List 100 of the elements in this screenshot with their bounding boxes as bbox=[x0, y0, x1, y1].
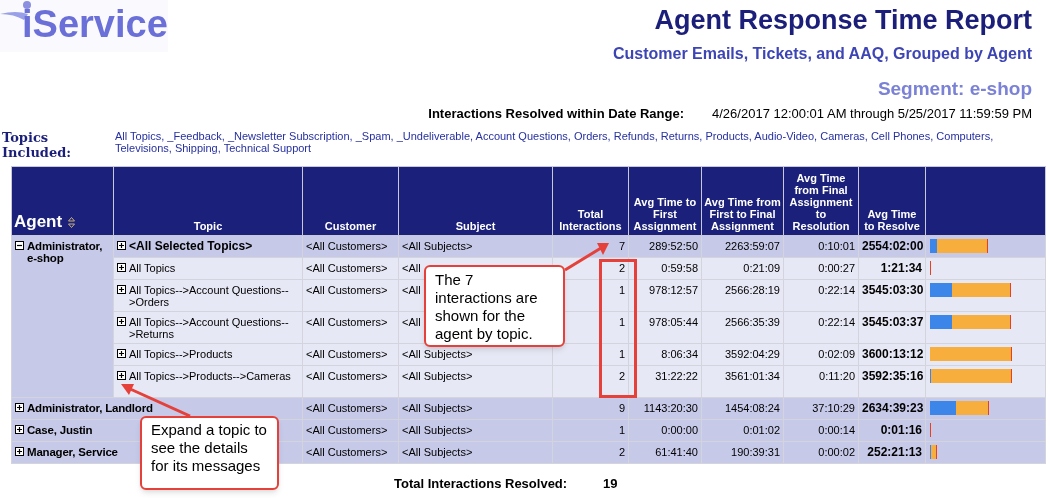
table-cell: 3545:03:37 bbox=[862, 315, 924, 329]
column-header: Avg Time from First to Final Assignment bbox=[704, 196, 781, 232]
agent-name: Administrator, Landlord bbox=[27, 402, 153, 414]
table-cell: <All bbox=[402, 316, 421, 328]
table-cell: 3600:13:12 bbox=[862, 347, 924, 361]
table-cell: 3545:03:30 bbox=[862, 283, 924, 297]
expand-icon[interactable] bbox=[117, 241, 126, 250]
table-cell: <All Subjects> bbox=[402, 348, 473, 360]
table-cell: 978:05:44 bbox=[649, 316, 698, 328]
table-cell: 2 bbox=[618, 446, 625, 458]
table-cell: <All Customers> bbox=[306, 402, 388, 414]
expand-icon[interactable] bbox=[117, 349, 126, 358]
table-cell: <All Customers> bbox=[306, 240, 388, 252]
topic-name: All Topics-->Products-->Cameras bbox=[129, 370, 291, 382]
table-cell: <All bbox=[402, 262, 421, 274]
topic-name: <All Selected Topics> bbox=[129, 240, 253, 252]
table-cell: 2263:59:07 bbox=[724, 240, 780, 252]
column-header: Avg Time to Resolve bbox=[864, 208, 920, 232]
total-value: 19 bbox=[603, 476, 618, 492]
table-cell: <All Subjects> bbox=[402, 370, 473, 382]
table-cell: 978:12:57 bbox=[649, 284, 698, 296]
agent-name: Manager, Service bbox=[27, 446, 118, 458]
table-cell: 1143:20:30 bbox=[643, 402, 698, 414]
table-cell: 61:41:40 bbox=[655, 446, 698, 458]
total-label: Total Interactions Resolved: bbox=[394, 476, 569, 492]
expand-icon[interactable] bbox=[15, 403, 24, 412]
table-cell: 0:22:14 bbox=[818, 284, 855, 296]
topics-included-list: All Topics, _Feedback, _Newsletter Subscription, _Spam, _Undeliverable, Account Questions, Orders, Refunds, Returns, Products, Audio-Video, Cameras, Cell Phones, Computers, Televisions, Shipping, Technical Support bbox=[115, 130, 1040, 166]
table-cell: 0:00:02 bbox=[818, 446, 855, 458]
table-cell: <All Customers> bbox=[306, 348, 388, 360]
table-cell: 2554:02:00 bbox=[862, 239, 924, 253]
expand-icon[interactable] bbox=[117, 263, 126, 272]
table-cell: 0:01:02 bbox=[743, 424, 780, 436]
table-cell: 1 bbox=[618, 424, 625, 436]
table-cell: 0:02:09 bbox=[818, 348, 855, 360]
column-header: Avg Time to First Assignment bbox=[633, 196, 697, 232]
table-cell: 37:10:29 bbox=[812, 402, 855, 414]
expand-icon[interactable] bbox=[117, 317, 126, 326]
date-range-label: Interactions Resolved within Date Range: bbox=[428, 105, 685, 123]
expand-icon[interactable] bbox=[117, 285, 126, 294]
logo: iService bbox=[0, 0, 168, 52]
table-cell: 2634:39:23 bbox=[862, 401, 924, 415]
topic-name: All Topics-->Account Questions-->Returns bbox=[129, 316, 290, 340]
topic-name: All Topics bbox=[129, 262, 176, 274]
table-cell: 1454:08:24 bbox=[724, 402, 780, 414]
table-cell: <All Customers> bbox=[306, 424, 388, 436]
topic-name: All Topics-->Account Questions-->Orders bbox=[129, 284, 290, 308]
table-cell: <All Subjects> bbox=[402, 402, 473, 414]
column-header: Total Interactions bbox=[559, 208, 622, 232]
table-cell: 0:21:09 bbox=[743, 262, 780, 274]
report-subtitle: Customer Emails, Tickets, and AAQ, Grouped by Agent bbox=[612, 44, 1032, 64]
segment-label: Segment: e-shop bbox=[877, 77, 1032, 101]
table-cell: 289:52:50 bbox=[649, 240, 698, 252]
table-cell: <All Subjects> bbox=[402, 240, 473, 252]
column-header: Customer bbox=[324, 220, 377, 232]
table-cell: 2 bbox=[618, 262, 625, 274]
table-cell: <All Subjects> bbox=[402, 424, 473, 436]
table-cell: 252:21:13 bbox=[867, 445, 922, 459]
table-cell: 1:21:34 bbox=[880, 261, 922, 275]
table-cell: 0:01:16 bbox=[880, 423, 922, 437]
table-cell: 1 bbox=[618, 284, 625, 296]
callout-arrow bbox=[563, 240, 611, 272]
table-cell: 0:59:58 bbox=[661, 262, 698, 274]
topics-included-label: Topics Included: bbox=[1, 130, 73, 162]
table-cell: 2 bbox=[618, 370, 625, 382]
table-cell: 1 bbox=[618, 348, 625, 360]
sort-icon bbox=[68, 216, 76, 228]
table-cell: <All Subjects> bbox=[402, 446, 473, 458]
table-cell: 7 bbox=[618, 240, 625, 252]
agent-name: Case, Justin bbox=[27, 424, 93, 436]
collapse-icon[interactable] bbox=[15, 241, 24, 250]
column-header: Avg Time from Final Assignment to Resolution bbox=[789, 172, 853, 232]
stacked-bar bbox=[930, 401, 990, 415]
table-cell: 3561:01:34 bbox=[724, 370, 780, 382]
table-cell: 0:00:14 bbox=[818, 424, 855, 436]
table-cell: 2566:35:39 bbox=[724, 316, 780, 328]
stacked-bar bbox=[930, 239, 989, 253]
table-cell: 9 bbox=[618, 402, 625, 414]
table-cell: 0:00:00 bbox=[661, 424, 698, 436]
table-cell: 190:39:31 bbox=[731, 446, 780, 458]
stacked-bar bbox=[930, 445, 937, 459]
expand-icon[interactable] bbox=[15, 447, 24, 456]
topic-name: All Topics-->Products bbox=[129, 348, 233, 360]
table-cell: 2566:28:19 bbox=[724, 284, 780, 296]
expand-icon[interactable] bbox=[15, 425, 24, 434]
column-header: Topic bbox=[193, 220, 223, 232]
table-cell: <All Customers> bbox=[306, 370, 388, 382]
callout: The 7 interactions are shown for the agent by topic. bbox=[424, 265, 565, 347]
table-cell: 0:10:01 bbox=[818, 240, 855, 252]
expand-icon[interactable] bbox=[117, 371, 126, 380]
table-cell: <All Customers> bbox=[306, 262, 388, 274]
column-header: Subject bbox=[455, 220, 496, 232]
table-cell: 3592:35:16 bbox=[862, 369, 924, 383]
table-cell: 0:22:14 bbox=[818, 316, 855, 328]
table-cell: <All Customers> bbox=[306, 316, 388, 328]
table-cell: <All bbox=[402, 284, 421, 296]
table-cell: <All Customers> bbox=[306, 284, 388, 296]
table-cell: 1 bbox=[618, 316, 625, 328]
table-cell: 3592:04:29 bbox=[724, 348, 780, 360]
table-cell: 0:11:20 bbox=[819, 370, 855, 382]
